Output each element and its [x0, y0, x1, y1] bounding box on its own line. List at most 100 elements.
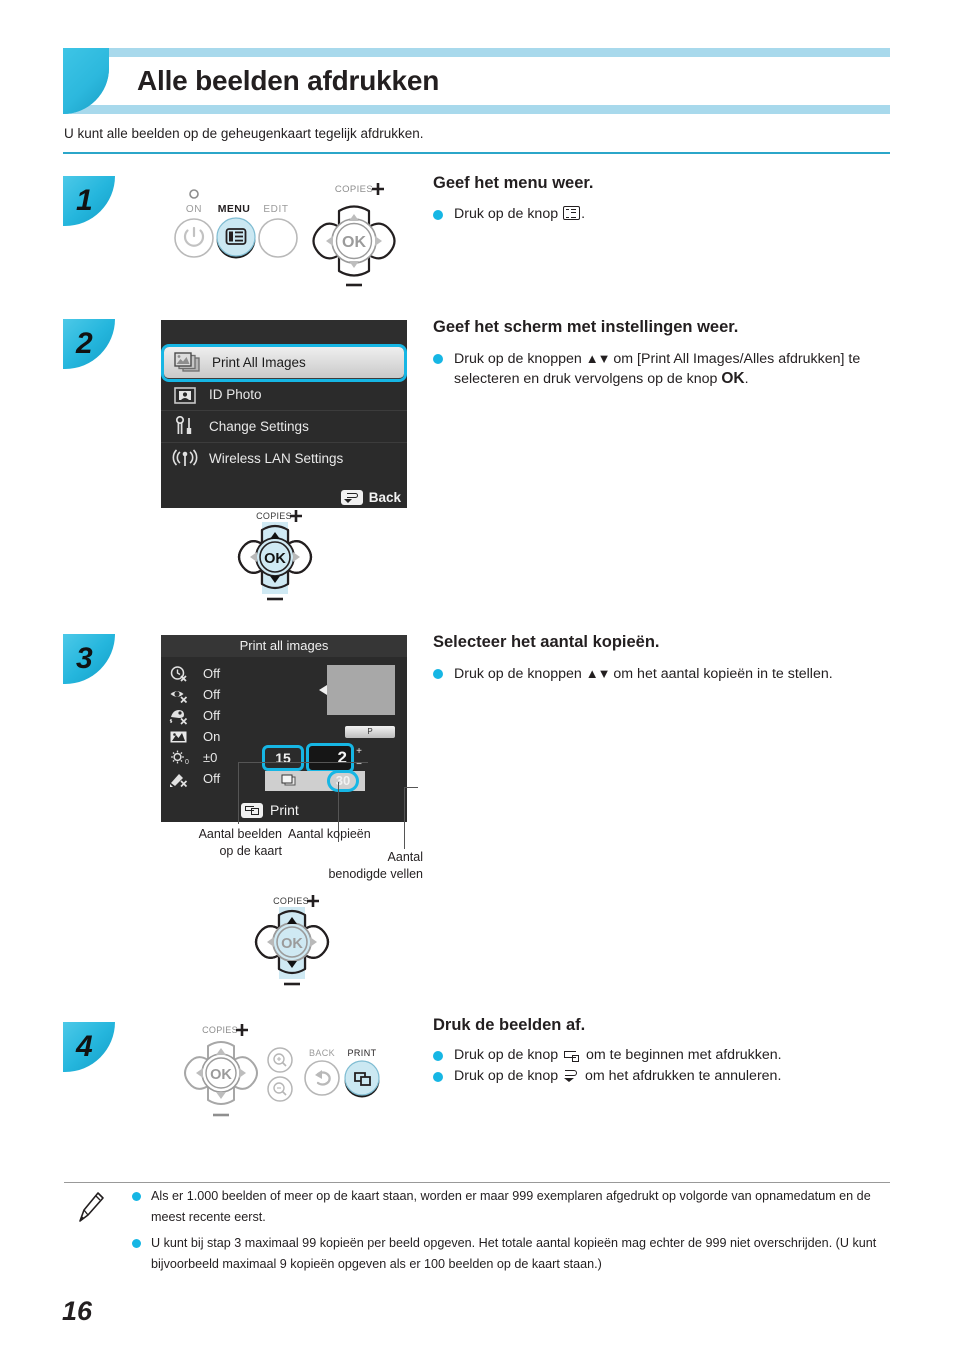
svg-text:EDIT: EDIT — [263, 204, 288, 215]
intro-text: U kunt alle beelden op de geheugenkaart … — [64, 126, 424, 141]
svg-text:MENU: MENU — [218, 203, 251, 215]
back-icon — [564, 1069, 579, 1082]
step-4-heading: Druk de beelden af. — [433, 1016, 586, 1034]
menu-icon — [563, 206, 581, 220]
sheets-highlight — [327, 770, 359, 792]
bullet-text: Druk op de knop om te beginnen met afdru… — [454, 1047, 782, 1063]
step-badge-1: 1 — [63, 176, 115, 226]
menu-item-print-all-images[interactable]: Print All Images — [164, 347, 404, 379]
note-text: Als er 1.000 beelden of meer op de kaart… — [151, 1189, 871, 1224]
callout-line1: Aantal kopieën — [288, 827, 371, 841]
step-badge-3: 3 — [63, 634, 115, 684]
menu-item-label: Change Settings — [209, 419, 309, 434]
leader-line-1 — [238, 762, 368, 763]
setting-row-effect[interactable]: Off — [169, 705, 220, 726]
control-panel-illustration-step4: COPIES OK BACK PRINT — [184, 1024, 380, 1117]
bullet-item: Druk op de knop . — [433, 205, 883, 224]
callout-images-on-card: Aantal beelden op de kaart — [164, 826, 282, 860]
callout-line1: Aantal — [387, 850, 423, 864]
pencil-icon — [76, 1190, 106, 1229]
dpad-illustration-step3: COPIES OK — [254, 895, 330, 986]
print-settings-list: Off Off Off On 0 ±0 Off — [169, 663, 220, 789]
svg-text:COPIES: COPIES — [202, 1025, 238, 1035]
setting-row-image-optimize[interactable]: On — [169, 726, 220, 747]
preview-thumbnail — [327, 665, 395, 715]
menu-item-label: Print All Images — [212, 355, 306, 370]
print-button[interactable]: Print — [241, 802, 299, 818]
svg-text:PRINT: PRINT — [348, 1048, 377, 1058]
wifi-icon — [161, 448, 209, 469]
menu-back-label: Back — [368, 490, 401, 505]
bullet-text: Druk op de knop om het afdrukken te annu… — [454, 1068, 782, 1084]
page-header: Alle beelden afdrukken — [63, 48, 890, 114]
bullet-text: Druk op de knoppen ▲▼ om het aantal kopi… — [454, 666, 833, 682]
step-1-heading: Geef het menu weer. — [433, 174, 594, 192]
preview-arrow-icon — [319, 685, 327, 695]
menu-item-id-photo[interactable]: ID Photo — [161, 379, 407, 411]
bullet-dot — [433, 210, 443, 220]
back-icon — [340, 490, 363, 505]
setting-row-correction[interactable]: Off — [169, 768, 220, 789]
step-badge-2: 2 — [63, 319, 115, 369]
callout-line1: Aantal beelden — [198, 827, 282, 841]
step-4-bullets: Druk op de knop om te beginnen met afdru… — [433, 1046, 893, 1088]
note-bullet-dot — [132, 1192, 141, 1201]
image-count-highlight — [262, 745, 304, 771]
menu-item-wireless-lan-settings[interactable]: Wireless LAN Settings — [161, 443, 407, 474]
bullet-dot — [433, 669, 443, 679]
svg-text:COPIES: COPIES — [256, 511, 292, 521]
redeye-off-icon — [169, 686, 195, 704]
menu-item-label: Wireless LAN Settings — [209, 451, 344, 466]
image-optimize-icon — [169, 728, 195, 746]
callout-line2: benodigde vellen — [328, 867, 423, 881]
setting-value: Off — [203, 771, 221, 786]
notes-list: Als er 1.000 beelden of meer op de kaart… — [132, 1186, 892, 1280]
correction-off-icon — [169, 770, 195, 788]
updown-arrows-icon: ▲▼ — [585, 351, 611, 366]
updown-arrows-icon: ▲▼ — [585, 666, 611, 681]
menu-item-change-settings[interactable]: Change Settings — [161, 411, 407, 443]
svg-text:OK: OK — [210, 1067, 232, 1083]
bullet-item: Druk op de knoppen ▲▼ om [Print All Imag… — [433, 349, 878, 389]
setting-row-date[interactable]: Off — [169, 663, 220, 684]
bullet-item: Druk op de knop om het afdrukken te annu… — [433, 1067, 893, 1086]
svg-text:ON: ON — [186, 204, 202, 215]
setting-value: Off — [203, 687, 221, 702]
dpad-illustration-step2: COPIES OK — [237, 510, 313, 601]
svg-text:COPIES: COPIES — [273, 896, 309, 906]
tools-icon — [161, 415, 209, 438]
notes-divider — [64, 1182, 890, 1183]
menu-item-label: ID Photo — [209, 387, 262, 402]
print-icon — [564, 1048, 580, 1062]
menu-screen: Print All Images ID Photo Change Setting… — [161, 320, 407, 508]
bullet-text: Druk op de knoppen ▲▼ om [Print All Imag… — [454, 351, 861, 387]
step-badge-4: 4 — [63, 1022, 115, 1072]
bullet-item: Druk op de knoppen ▲▼ om het aantal kopi… — [433, 664, 863, 684]
copies-plus[interactable]: + — [353, 745, 365, 758]
bullet-dot — [433, 1051, 443, 1061]
leader-line-3b — [404, 787, 418, 788]
copies-minus[interactable]: − — [353, 758, 365, 771]
callout-number-of-copies: Aantal kopieën — [288, 826, 371, 843]
setting-row-redeye[interactable]: Off — [169, 684, 220, 705]
menu-back-button[interactable]: Back — [340, 490, 401, 505]
setting-value: Off — [203, 666, 221, 681]
svg-text:OK: OK — [342, 234, 366, 251]
page-title: Alle beelden afdrukken — [137, 65, 440, 96]
setting-row-brightness[interactable]: 0 ±0 — [169, 747, 220, 768]
bullet-text: Druk op de knop . — [454, 206, 586, 222]
setting-value: Off — [203, 708, 221, 723]
menu-screen-topbar — [161, 320, 407, 347]
brightness-icon: 0 — [169, 749, 195, 767]
bullet-dot — [433, 354, 443, 364]
copies-stepper[interactable]: + − — [353, 745, 365, 771]
paper-size-chip: P — [345, 726, 395, 738]
step-1-bullets: Druk op de knop . — [433, 205, 883, 226]
intro-divider — [63, 152, 890, 154]
control-panel-illustration-step1: ON MENU EDIT COPIES OK — [174, 183, 396, 287]
note-item: Als er 1.000 beelden of meer op de kaart… — [132, 1186, 892, 1228]
date-off-icon — [169, 665, 195, 683]
print-screen-title: Print all images — [161, 635, 407, 657]
page-number: 16 — [62, 1296, 93, 1326]
svg-text:0: 0 — [185, 759, 189, 766]
